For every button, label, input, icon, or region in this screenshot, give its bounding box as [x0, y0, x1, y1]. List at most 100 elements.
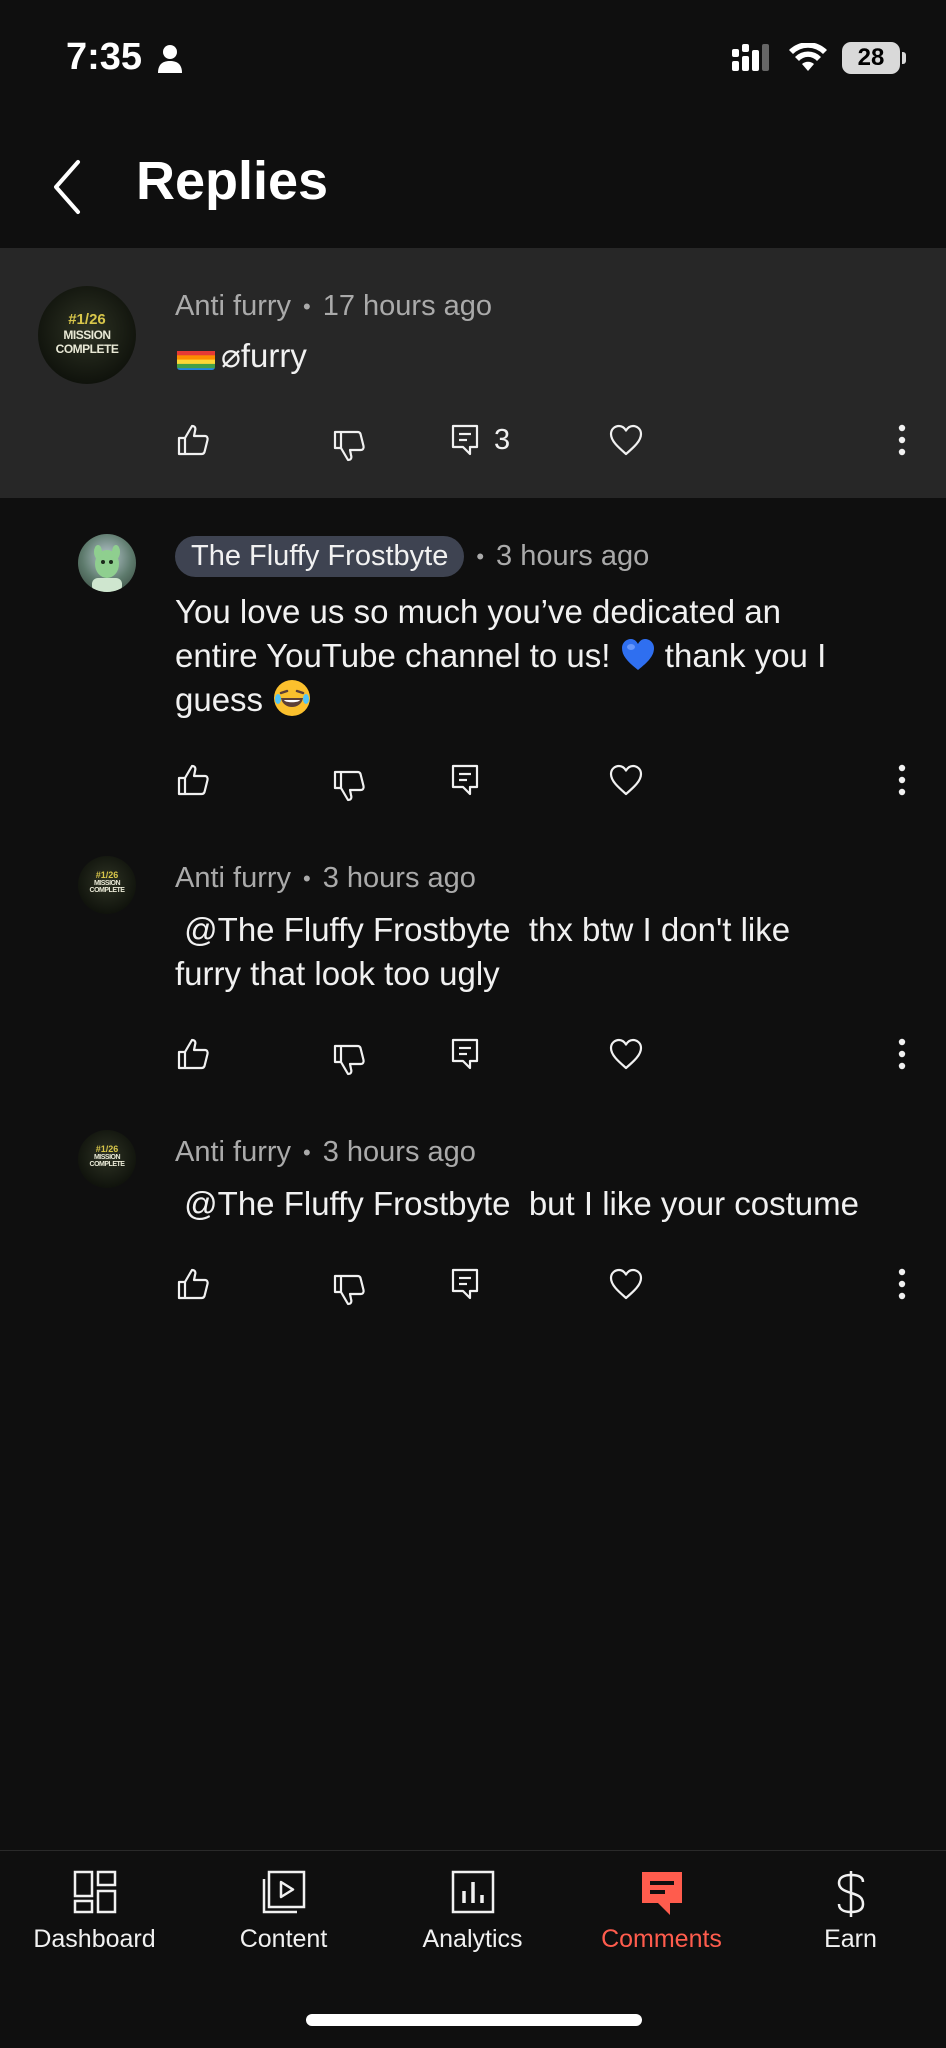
dollar-icon — [837, 1871, 864, 1917]
reply-button[interactable] — [450, 1032, 480, 1076]
reply-button[interactable] — [450, 758, 480, 802]
thumbs-down-icon — [333, 1274, 365, 1306]
like-button[interactable] — [176, 418, 210, 462]
heart-icon — [609, 1268, 643, 1300]
reply-button[interactable] — [450, 1262, 480, 1306]
meta-separator: • — [303, 1139, 311, 1165]
reply-comment-icon — [451, 424, 479, 456]
reply-comment-icon — [451, 1268, 479, 1300]
comment-line: entire YouTube channel to us! thank you … — [175, 634, 915, 678]
heart-button[interactable] — [608, 758, 644, 802]
nav-item-comments[interactable]: Comments — [567, 1851, 756, 1971]
cellular-signal-icon — [732, 44, 769, 71]
avatar[interactable] — [78, 534, 136, 592]
heart-icon — [609, 1038, 643, 1070]
reply-button[interactable]: 3 — [450, 418, 510, 462]
dislike-button[interactable] — [332, 764, 366, 808]
parent-comment: #1/26 MISSION COMPLETE Anti furry • 17 h… — [0, 248, 946, 498]
like-button[interactable] — [176, 758, 210, 802]
status-time: 7:35 — [66, 36, 143, 78]
avatar[interactable]: #1/26 MISSION COMPLETE — [78, 856, 136, 914]
more-vert-icon — [898, 764, 906, 796]
comment-meta: Anti furry • 3 hours ago — [175, 1136, 476, 1169]
comment-time: 3 hours ago — [322, 862, 476, 894]
thumbs-up-icon — [177, 424, 209, 456]
more-options-button[interactable] — [894, 758, 910, 802]
avatar-rank: #1/26 — [68, 311, 106, 328]
comment-author[interactable]: Anti furry — [175, 290, 291, 323]
comment-meta: Anti furry • 3 hours ago — [175, 862, 476, 895]
avatar-rank: #1/26 — [95, 1144, 119, 1154]
comment-body: ⌀furry — [221, 337, 307, 374]
dislike-button[interactable] — [332, 1268, 366, 1312]
heart-button[interactable] — [608, 1262, 644, 1306]
meta-separator: • — [476, 543, 485, 569]
fursuit-avatar-image — [92, 545, 122, 592]
nav-item-earn[interactable]: Earn — [756, 1851, 945, 1971]
battery-indicator: 28 — [842, 42, 906, 74]
back-arrow-icon[interactable] — [44, 152, 92, 222]
reply-count: 3 — [494, 423, 511, 456]
page-title: Replies — [136, 151, 329, 211]
avatar-text: MISSION COMPLETE — [89, 1154, 125, 1168]
comment-meta: Anti furry • 17 hours ago — [175, 290, 492, 323]
meta-separator: • — [303, 293, 311, 319]
content-icon — [262, 1870, 305, 1914]
channel-owner-chip[interactable]: The Fluffy Frostbyte — [175, 536, 465, 577]
thumbs-down-icon — [333, 770, 365, 802]
laughing-emoji-icon — [274, 680, 311, 716]
comment-line: @The Fluffy Frostbyte but I like your co… — [175, 1185, 859, 1222]
thumbs-up-icon — [177, 1268, 209, 1300]
comment-line-part: guess — [175, 681, 273, 718]
comment-time: 17 hours ago — [322, 290, 493, 322]
comment-actions: 3 — [0, 418, 946, 462]
like-button[interactable] — [176, 1032, 210, 1076]
comment-line: @The Fluffy Frostbyte thx btw I don't li… — [175, 911, 791, 948]
status-icons: 28 — [732, 42, 906, 74]
heart-icon — [609, 764, 643, 796]
top-app-bar: Replies — [0, 130, 946, 248]
comment-actions — [0, 1262, 946, 1306]
comment-actions — [0, 1032, 946, 1076]
comment-author[interactable]: Anti furry — [175, 1136, 291, 1169]
nav-label: Dashboard — [33, 1925, 156, 1953]
more-options-button[interactable] — [894, 1032, 910, 1076]
nav-item-dashboard[interactable]: Dashboard — [0, 1851, 189, 1971]
comment-text: @The Fluffy Frostbyte but I like your co… — [175, 1182, 935, 1226]
avatar-rank: #1/26 — [95, 870, 119, 880]
comment-text: @The Fluffy Frostbyte thx btw I don't li… — [175, 908, 915, 996]
person-icon — [158, 45, 182, 73]
avatar[interactable]: #1/26 MISSION COMPLETE — [38, 286, 136, 384]
comment-actions — [0, 758, 946, 802]
nav-label: Content — [239, 1925, 328, 1953]
more-options-button[interactable] — [894, 418, 910, 462]
nav-item-analytics[interactable]: Analytics — [378, 1851, 567, 1971]
thumbs-down-icon — [333, 430, 365, 462]
analytics-icon — [451, 1870, 494, 1914]
comment-text: You love us so much you’ve dedicated an … — [175, 590, 915, 722]
comment-line: guess — [175, 678, 915, 722]
more-vert-icon — [898, 1268, 906, 1300]
nav-item-content[interactable]: Content — [189, 1851, 378, 1971]
thumbs-up-icon — [177, 764, 209, 796]
thumbs-up-icon — [177, 1038, 209, 1070]
wifi-icon — [789, 43, 827, 71]
avatar[interactable]: #1/26 MISSION COMPLETE — [78, 1130, 136, 1188]
thumbs-down-icon — [333, 1044, 365, 1076]
meta-separator: • — [303, 865, 311, 891]
comments-icon — [641, 1872, 682, 1915]
nav-label: Earn — [824, 1925, 877, 1953]
heart-button[interactable] — [608, 1032, 644, 1076]
dislike-button[interactable] — [332, 1038, 366, 1082]
home-indicator[interactable] — [306, 2014, 642, 2026]
comment-line-part: entire YouTube channel to us! — [175, 637, 620, 674]
like-button[interactable] — [176, 1262, 210, 1306]
dislike-button[interactable] — [332, 424, 366, 468]
blue-heart-icon — [621, 639, 654, 670]
comment-author[interactable]: Anti furry — [175, 862, 291, 895]
more-options-button[interactable] — [894, 1262, 910, 1306]
heart-button[interactable] — [608, 418, 644, 462]
more-vert-icon — [898, 1038, 906, 1070]
rainbow-flag-icon — [177, 344, 215, 370]
nav-label: Comments — [601, 1925, 722, 1953]
